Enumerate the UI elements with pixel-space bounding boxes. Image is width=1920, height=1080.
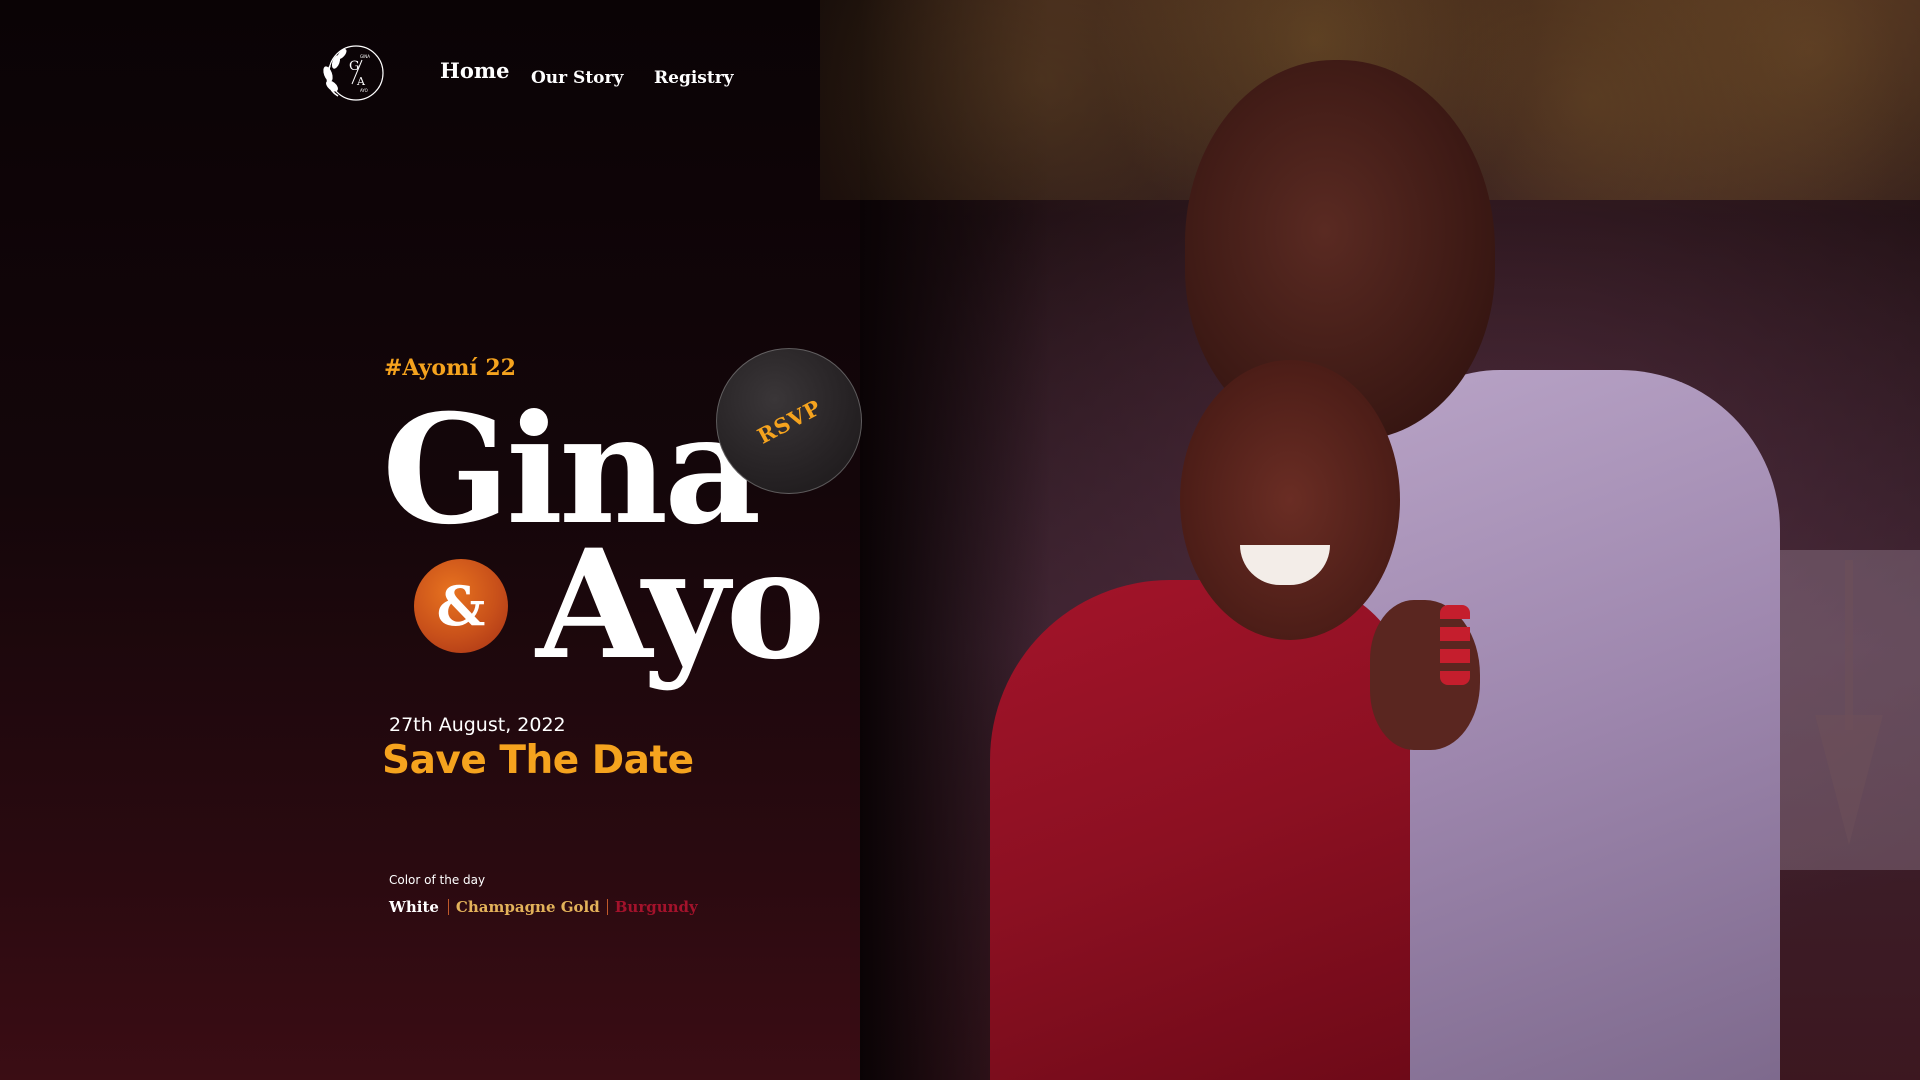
monogram-small-top: GINA bbox=[360, 54, 370, 59]
groom-name: Ayo bbox=[536, 517, 826, 693]
color-champagne-gold: Champagne Gold bbox=[455, 898, 600, 916]
save-the-date-heading: Save The Date bbox=[382, 738, 694, 783]
woman-head bbox=[1180, 360, 1400, 640]
color-of-day-label: Color of the day bbox=[389, 873, 486, 887]
arrow-head-decoration bbox=[1815, 715, 1883, 845]
color-divider bbox=[447, 899, 449, 915]
monogram-initial-bottom: A bbox=[356, 75, 366, 88]
monogram-icon: G A GINA AYO bbox=[323, 45, 384, 101]
nails bbox=[1440, 605, 1470, 685]
page: G A GINA AYO Home Our Story Registry #Ay… bbox=[0, 0, 1920, 1080]
arrow-decoration bbox=[1845, 560, 1853, 730]
nav-our-story-link[interactable]: Our Story bbox=[531, 68, 623, 88]
color-burgundy: Burgundy bbox=[614, 898, 698, 916]
ampersand-text: & bbox=[436, 574, 486, 638]
wedding-date: 27th August, 2022 bbox=[389, 714, 566, 736]
wedding-hashtag: #Ayomí 22 bbox=[384, 355, 516, 381]
rsvp-label: RSVP bbox=[752, 393, 826, 449]
color-divider bbox=[606, 899, 608, 915]
color-white: White bbox=[389, 898, 439, 916]
monogram-initial-top: G bbox=[349, 59, 359, 74]
monogram-small-bottom: AYO bbox=[360, 88, 368, 93]
rsvp-button[interactable]: RSVP bbox=[716, 348, 862, 494]
woman-figure bbox=[990, 580, 1410, 1080]
nav-home-link[interactable]: Home bbox=[440, 58, 509, 83]
ampersand-badge: & bbox=[414, 559, 508, 653]
color-of-day-list: White Champagne Gold Burgundy bbox=[389, 898, 698, 916]
nav-registry-link[interactable]: Registry bbox=[654, 68, 734, 88]
monogram-logo[interactable]: G A GINA AYO bbox=[318, 38, 390, 108]
